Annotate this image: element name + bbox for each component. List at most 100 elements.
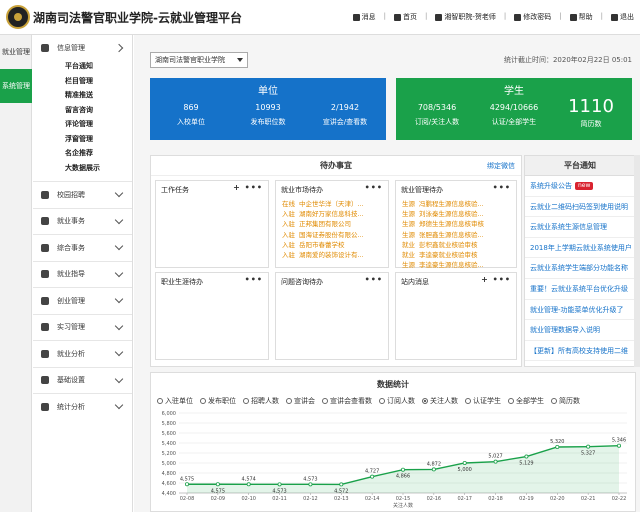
data-label: 4,727 [365, 469, 379, 475]
todo-item[interactable]: 生源 张胆鑫生源信息核验... [396, 230, 516, 240]
data-label: 4,574 [242, 476, 256, 482]
todo-item[interactable]: 在线 中企世华洋（天津）... [276, 199, 388, 209]
sidebar-group[interactable]: 就业分析 [33, 340, 132, 367]
sidebar-group-info[interactable]: 信息管理 [33, 37, 132, 59]
box-actions[interactable]: ••• [245, 275, 263, 284]
data-point [431, 467, 436, 472]
user-link[interactable]: 湘智职院-贺老师 [435, 12, 496, 22]
box-title: 职业生涯待办 ••• [156, 273, 268, 291]
todo-item[interactable]: 入驻 国海证券股份有限公... [276, 230, 388, 240]
todo-text: 中企世华洋（天津）... [299, 200, 364, 208]
metric-subscribers[interactable]: 708/5346 订阅/关注人数 [400, 103, 474, 127]
x-tick-label: 02-21 [581, 496, 596, 502]
x-tick-label: 02-18 [488, 496, 503, 502]
todo-item[interactable]: 生源 李逵豪生源信息核验... [396, 260, 516, 270]
notice-item[interactable]: 就业管理数据导入说明 [525, 320, 635, 341]
x-tick-label: 02-13 [334, 496, 349, 502]
notice-item[interactable]: 重要！云就业系统平台优化升级 [525, 279, 635, 300]
todo-item[interactable]: 入驻 正邦集团有限公司 [276, 219, 388, 229]
metric-presentations[interactable]: 2/1942 宣讲会/查看数 [308, 103, 382, 127]
todo-item[interactable]: 就业 彭积鑫就业核验审核 [396, 240, 516, 250]
todo-item[interactable]: 入驻 湖南好万家信息科技... [276, 209, 388, 219]
todo-item[interactable]: 入驻 湖南爱的装饰设计有... [276, 250, 388, 260]
box-actions[interactable]: + ••• [481, 275, 511, 284]
radio-dot [465, 398, 471, 404]
sidebar-group-label: 就业指导 [57, 270, 85, 279]
metric-posted-jobs[interactable]: 10993 发布职位数 [231, 103, 305, 127]
box-actions[interactable]: + ••• [233, 183, 263, 192]
caret-down-icon [237, 58, 243, 62]
sidebar-subitems: 平台通知 栏目管理 精准推送 留言咨询 评论管理 浮窗管理 名企推荐 大数据展示 [33, 59, 132, 175]
todo-text: 国海证券股份有限公... [299, 230, 364, 239]
sidebar-group[interactable]: 就业事务 [33, 207, 132, 235]
todo-item[interactable]: 生源 郑德生生源信息核审核 [396, 219, 516, 229]
bind-wechat-link[interactable]: 绑定微信 [487, 156, 515, 176]
metric-resumes[interactable]: 1110 简历数 [554, 96, 628, 129]
home-link[interactable]: 首页 [394, 12, 417, 22]
sidebar-subitem[interactable]: 栏目管理 [33, 74, 132, 89]
stat-time: 统计截止时间：2020年02月22日 05:01 [503, 56, 632, 64]
nav-separator: | [383, 12, 387, 20]
box-title-text: 工作任务 [161, 186, 189, 194]
notice-item[interactable]: 就业管理-功能菜单优化升级了 [525, 300, 635, 321]
data-label: 4,575 [180, 476, 194, 482]
notice-item[interactable]: 云就业系统生源信息管理 [525, 217, 635, 238]
chevron-right-icon [114, 43, 124, 53]
sidebar-group[interactable]: 校园招聘 [33, 181, 132, 208]
data-point [493, 459, 498, 464]
todo-item[interactable]: 就业 李逵豪就业核验审核 [396, 250, 516, 260]
sidebar-group[interactable]: 就业指导 [33, 260, 132, 288]
group-icon [41, 402, 49, 411]
sidebar-subitem[interactable]: 精准推送 [33, 88, 132, 103]
sidebar-subitem[interactable]: 留言咨询 [33, 103, 132, 118]
nav-separator: | [425, 12, 428, 20]
sidebar-subitem[interactable]: 大数据展示 [33, 161, 132, 176]
sidebar-subitem[interactable]: 平台通知 [33, 59, 132, 74]
sidebar-group-label: 基础设置 [57, 376, 85, 385]
notice-item[interactable]: 云就业二维码扫码签到使用说明 [525, 197, 635, 218]
group-icon [41, 296, 49, 305]
notice-item[interactable]: 云就业系统学生端部分功能名称 [525, 258, 635, 279]
radio-dot [379, 398, 385, 404]
metric-label: 宣讲会/查看数 [322, 118, 368, 126]
chevron-down-icon [114, 189, 124, 198]
todo-tag: 入驻 [282, 250, 295, 259]
chevron-down-icon [114, 295, 124, 304]
box-actions[interactable]: ••• [493, 183, 511, 192]
x-tick-label: 02-08 [180, 496, 195, 502]
sidebar-subitem[interactable]: 浮窗管理 [33, 132, 132, 147]
gear-icon [41, 44, 49, 52]
todo-item[interactable]: 生源 冯鹏程生源信息核验... [396, 199, 516, 209]
school-select[interactable]: 湖南司法警官职业学院 [150, 52, 248, 68]
todo-item[interactable]: 入驻 岳阳市春蕾学校 [276, 240, 388, 250]
data-point [370, 474, 375, 479]
sidebar-subitem[interactable]: 评论管理 [33, 117, 132, 132]
sidebar-group[interactable]: 基础设置 [33, 366, 132, 394]
sidebar-group[interactable]: 统计分析 [33, 393, 132, 420]
help-link[interactable]: 帮助 [569, 12, 593, 22]
change-password-link[interactable]: 修改密码 [514, 12, 551, 22]
box-actions[interactable]: ••• [365, 275, 383, 284]
sidebar-group[interactable]: 综合事务 [33, 234, 132, 261]
stats-title: 数据统计 [377, 380, 409, 389]
todo-text: 湖南好万家信息科技... [299, 210, 364, 219]
notice-item[interactable]: 【更新】所有高校支持使用二维 [525, 341, 635, 362]
page-scrollbar[interactable] [634, 155, 640, 367]
sidebar-group[interactable]: 创业管理 [33, 287, 132, 314]
metric-label: 入校单位 [177, 118, 205, 126]
market-todo-box: 就业市场待办 ••• 在线 中企世华洋（天津）... 入驻 湖南好万家信息科技... 入驻正… [275, 180, 389, 268]
rail-item-system[interactable]: 系统管理 [0, 69, 32, 103]
todo-text: 李逵豪生源信息核验... [419, 261, 484, 270]
sidebar-group[interactable]: 实习管理 [33, 313, 132, 341]
metric-certified-students[interactable]: 4294/10666 认证/全部学生 [477, 103, 551, 127]
box-actions[interactable]: ••• [365, 183, 383, 192]
x-tick-label: 02-22 [612, 496, 627, 502]
todo-item[interactable]: 生源 刘泳秦生源信息核验... [396, 209, 516, 219]
notice-item[interactable]: 系统升级公告 new [525, 176, 635, 197]
sidebar-subitem[interactable]: 名企推荐 [33, 146, 132, 161]
logout-link[interactable]: 退出 [611, 12, 634, 22]
messages-link[interactable]: 消息 [352, 12, 376, 22]
rail-item-employment[interactable]: 就业管理 [0, 35, 32, 69]
notice-item[interactable]: 2018年上学期云就业系统使用户 [525, 238, 635, 259]
metric-enrolled-units[interactable]: 869 入校单位 [154, 103, 228, 127]
